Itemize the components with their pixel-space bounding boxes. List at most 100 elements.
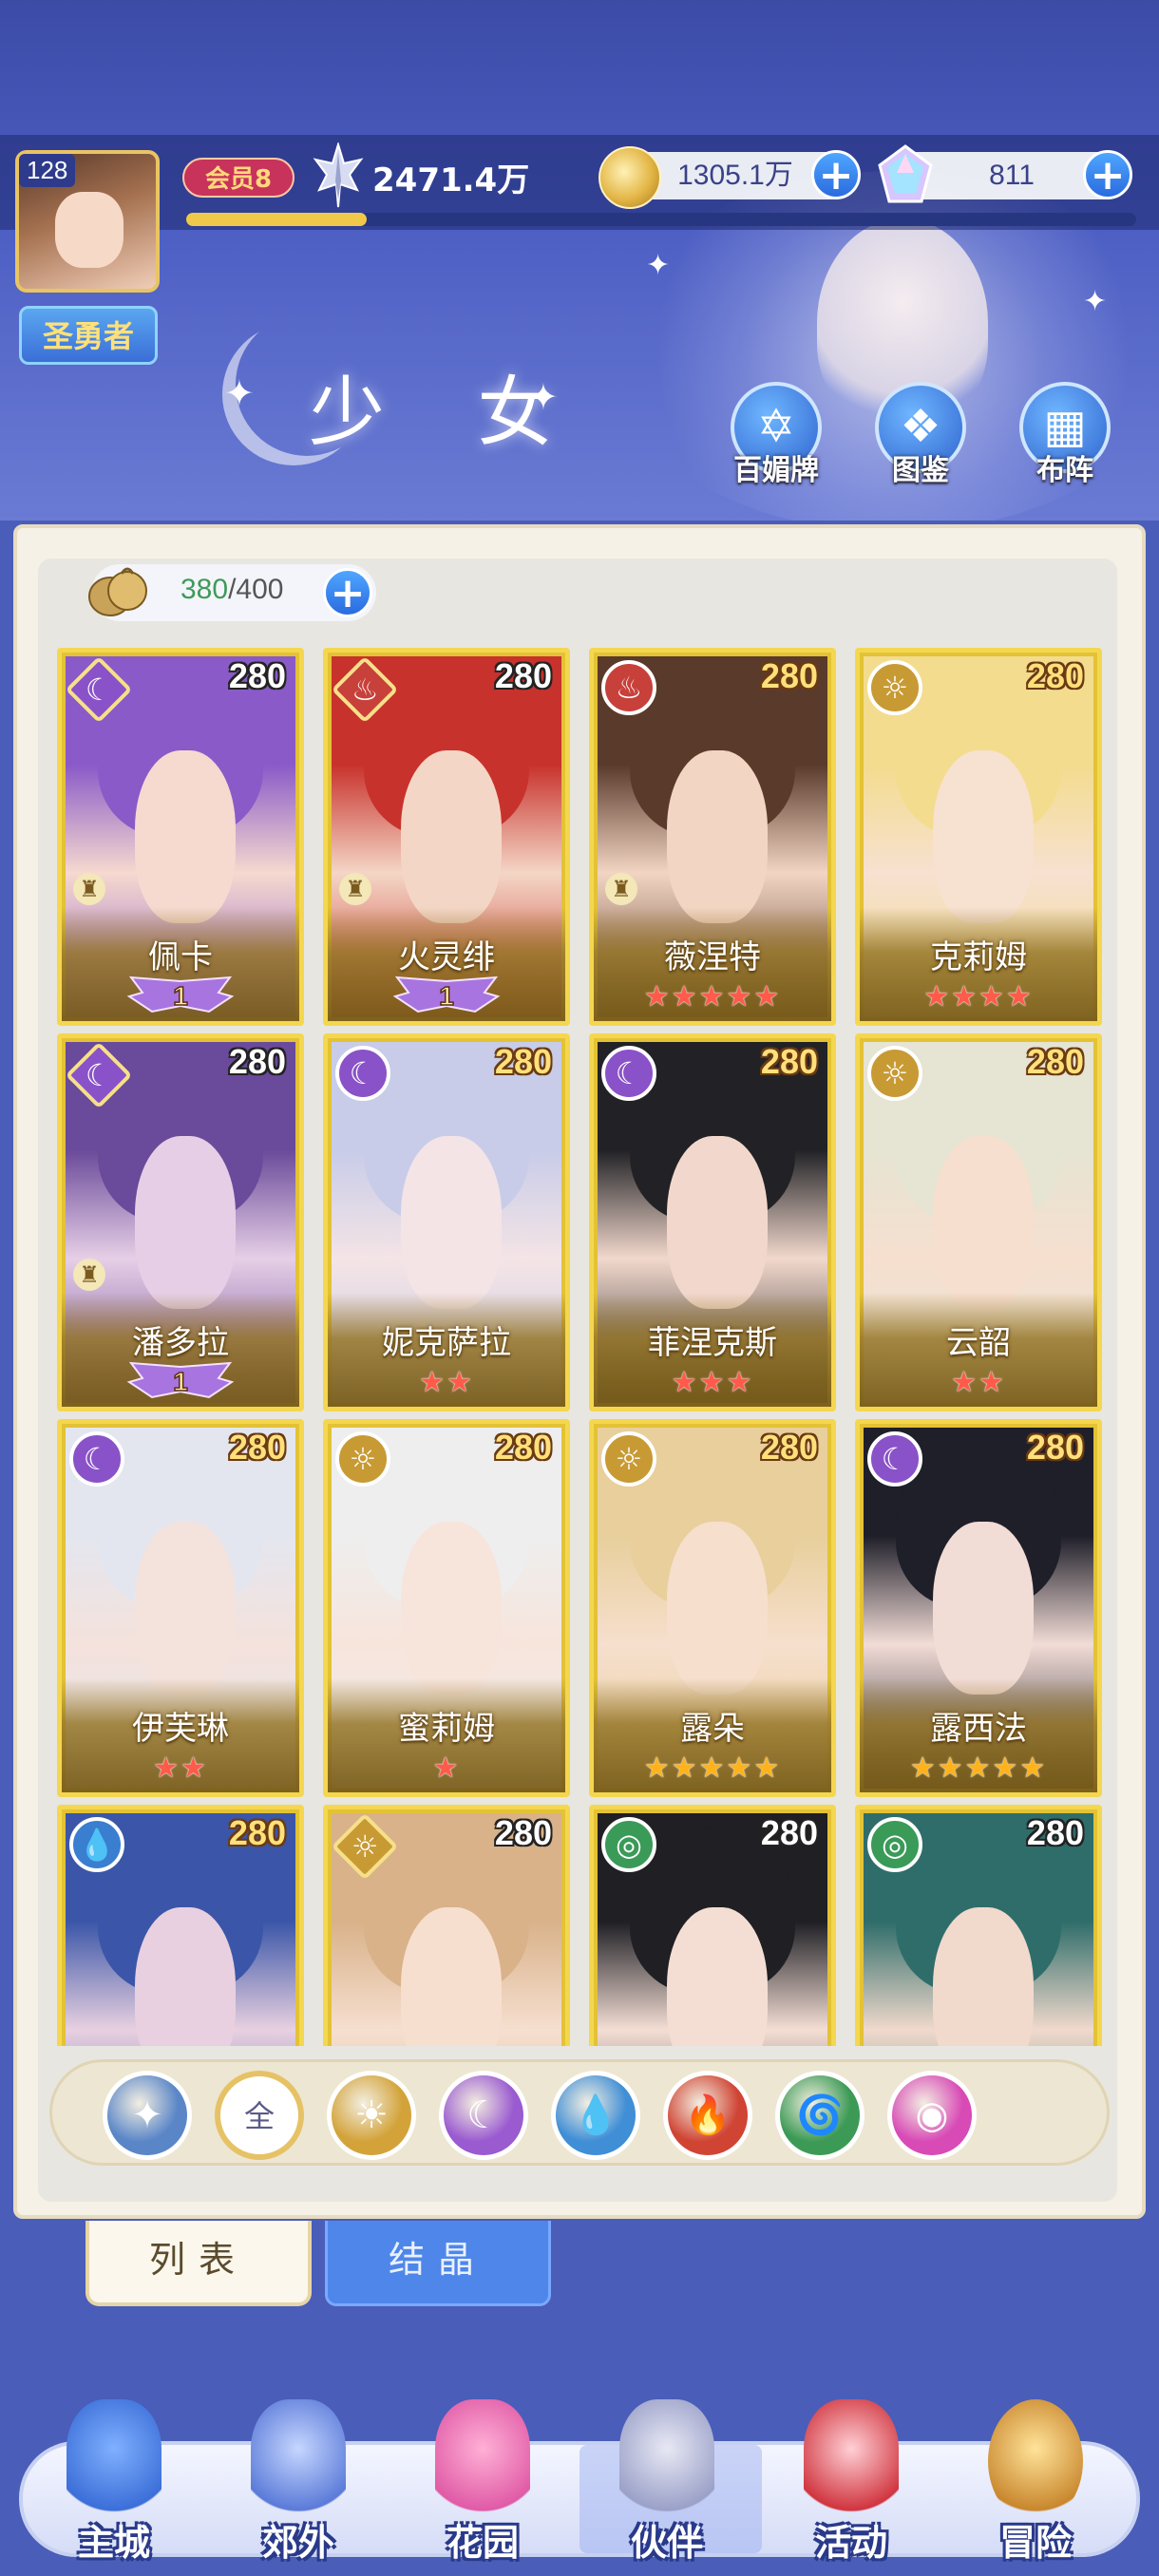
- codex-button[interactable]: ❖ 图鉴: [868, 382, 973, 494]
- character-card[interactable]: ☾ 280 妮克萨拉 ★★: [323, 1033, 570, 1411]
- castle-icon: [66, 2399, 162, 2523]
- character-card[interactable]: ☼ 280 克莉姆 ★★★★: [855, 648, 1102, 1026]
- character-level: 280: [494, 1042, 552, 1081]
- star-rating: ★★★★★: [643, 980, 782, 1013]
- nav-heart[interactable]: 花园: [397, 2399, 568, 2570]
- formation-button[interactable]: ▦ 布阵: [1013, 382, 1117, 494]
- character-card[interactable]: ♨ 280 ♜ 薇涅特 ★★★★★: [589, 648, 836, 1026]
- expand-capacity-button[interactable]: +: [323, 568, 372, 617]
- svg-text:1: 1: [173, 1367, 188, 1396]
- character-level: 280: [228, 1428, 286, 1467]
- sun-element-filter-button[interactable]: ☀: [327, 2071, 416, 2160]
- character-name: 薇涅特: [664, 938, 761, 976]
- add-gem-button[interactable]: +: [1083, 150, 1132, 199]
- character-card[interactable]: ☾ 280 伊芙琳 ★★: [57, 1419, 304, 1797]
- fire-element-filter-button[interactable]: 🔥: [663, 2071, 752, 2160]
- nav-castle[interactable]: 主城: [28, 2399, 200, 2570]
- wind-element-filter-button[interactable]: 🌀: [775, 2071, 864, 2160]
- sparkle-icon: ✦: [224, 372, 255, 414]
- tab-list[interactable]: 列表: [86, 2221, 312, 2306]
- formation-pawn-icon: ♜: [73, 1259, 105, 1291]
- character-level: 280: [1026, 1042, 1084, 1081]
- character-card[interactable]: ♨ 280 ♜ 火灵绯 1: [323, 648, 570, 1026]
- character-level: 280: [228, 1813, 286, 1852]
- dark-element-filter-button[interactable]: ◉: [887, 2071, 977, 2160]
- character-card[interactable]: ☼ 280 露朵 ★★★★★: [589, 1419, 836, 1797]
- character-name: 火灵绯: [398, 938, 495, 976]
- moon-element-filter-button[interactable]: ☾: [439, 2071, 528, 2160]
- page-title: 少 女: [309, 369, 588, 457]
- gift-icon: [804, 2399, 899, 2523]
- nav-label: 活动: [814, 2522, 887, 2564]
- star-rating: ★★: [153, 1752, 208, 1785]
- gold-amount: 1305.1万: [677, 160, 793, 191]
- star-rating: ★★: [951, 1366, 1006, 1399]
- tab-crystal[interactable]: 结晶: [325, 2221, 551, 2306]
- nav-label: 主城: [77, 2522, 150, 2564]
- character-card[interactable]: ◎ 280: [589, 1805, 836, 2046]
- compass-icon: [988, 2399, 1083, 2523]
- character-level: 280: [760, 1042, 818, 1081]
- gem-amount: 811: [989, 160, 1035, 191]
- portal-icon: [251, 2399, 346, 2523]
- character-card[interactable]: ☾ 280 菲涅克斯 ★★★: [589, 1033, 836, 1411]
- formation-pawn-icon: ♜: [339, 873, 371, 905]
- character-card[interactable]: ☼ 280 蜜莉姆 ★: [323, 1419, 570, 1797]
- character-card[interactable]: ◎ 280: [855, 1805, 1102, 2046]
- nav-label: 冒险: [998, 2522, 1072, 2564]
- character-level: 280: [760, 1428, 818, 1467]
- character-level: 280: [760, 656, 818, 695]
- capacity-max: /400: [228, 574, 284, 605]
- character-name: 潘多拉: [132, 1324, 229, 1362]
- character-name: 云韶: [946, 1324, 1011, 1362]
- sparkle-icon: ✦: [646, 249, 671, 282]
- character-name: 菲涅克斯: [648, 1324, 777, 1362]
- nav-partner[interactable]: 伙伴: [581, 2399, 752, 2570]
- nav-portal[interactable]: 郊外: [213, 2399, 384, 2570]
- gem-resource: 811 +: [878, 144, 1132, 203]
- sparkle-icon: ✦: [1083, 285, 1108, 318]
- player-rank-badge[interactable]: 圣勇者: [19, 306, 158, 365]
- moon-element-icon: ☾: [867, 1431, 922, 1487]
- water-element-filter-button[interactable]: 💧: [551, 2071, 640, 2160]
- all-filter-filter-button[interactable]: 全: [215, 2071, 304, 2160]
- wing-rank-badge: 1: [392, 975, 501, 1013]
- combat-power: 2471.4万: [372, 161, 530, 199]
- star-rating: ★: [432, 1752, 461, 1785]
- formation-pawn-icon: ♜: [605, 873, 637, 905]
- character-name: 伊芙琳: [132, 1710, 229, 1748]
- light-element-filter-button[interactable]: ✦: [103, 2071, 192, 2160]
- character-name: 佩卡: [148, 938, 213, 976]
- moon-element-icon: ☾: [335, 1046, 390, 1101]
- star-rating: ★★★★★: [909, 1752, 1048, 1785]
- character-level: 280: [1026, 656, 1084, 695]
- sun-element-icon: ☼: [335, 1431, 390, 1487]
- sun-element-icon: ☼: [867, 1046, 922, 1101]
- vip-badge[interactable]: 会员8: [182, 158, 294, 198]
- star-rating: ★★★★: [923, 980, 1034, 1013]
- fire-element-icon: ♨: [601, 660, 656, 715]
- nav-label: 伙伴: [630, 2522, 703, 2564]
- add-gold-button[interactable]: +: [811, 150, 861, 199]
- character-card[interactable]: ☼ 280: [323, 1805, 570, 2046]
- character-name: 克莉姆: [930, 938, 1027, 976]
- card-collection-button[interactable]: ✡ 百媚牌: [724, 382, 828, 494]
- coin-icon: [598, 146, 661, 209]
- character-card[interactable]: ☾ 280 露西法 ★★★★★: [855, 1419, 1102, 1797]
- character-level: 280: [1026, 1813, 1084, 1852]
- nav-compass[interactable]: 冒险: [950, 2399, 1121, 2570]
- nav-label: 郊外: [261, 2522, 334, 2564]
- character-card[interactable]: ☾ 280 ♜ 佩卡 1: [57, 648, 304, 1026]
- character-card[interactable]: 💧 280: [57, 1805, 304, 2046]
- heart-icon: [435, 2399, 530, 2523]
- nav-gift[interactable]: 活动: [766, 2399, 937, 2570]
- character-name: 妮克萨拉: [382, 1324, 511, 1362]
- character-level: 280: [760, 1813, 818, 1852]
- roster-capacity: 380/400 +: [88, 564, 376, 621]
- character-card[interactable]: ☾ 280 ♜ 潘多拉 1: [57, 1033, 304, 1411]
- svg-text:1: 1: [173, 981, 188, 1011]
- character-card[interactable]: ☼ 280 云韶 ★★: [855, 1033, 1102, 1411]
- wing-rank-badge: 1: [126, 1361, 235, 1399]
- character-level: 280: [228, 1042, 286, 1081]
- character-level: 280: [1026, 1428, 1084, 1467]
